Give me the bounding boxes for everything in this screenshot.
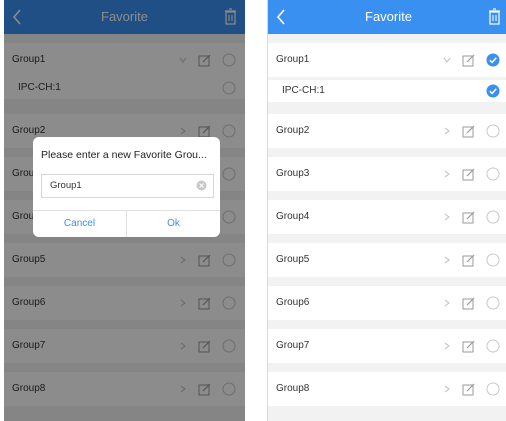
checkmark-selected-icon[interactable]	[486, 53, 500, 67]
favorite-screen-editing: Favorite Group1 IPC-CH:1 Group2 Grou Grou Gro…	[4, 0, 245, 421]
trash-icon[interactable]	[488, 8, 501, 26]
edit-icon[interactable]	[462, 125, 475, 138]
row-label: Group7	[276, 340, 310, 351]
edit-icon[interactable]	[462, 383, 475, 396]
group-name-input[interactable]: Group1	[41, 174, 214, 198]
chevron-down-icon[interactable]	[442, 55, 452, 65]
checkbox-unselected-icon[interactable]	[486, 210, 500, 224]
edit-icon[interactable]	[462, 254, 475, 267]
group-row[interactable]: Group4	[268, 200, 506, 234]
checkbox-unselected-icon[interactable]	[486, 167, 500, 181]
checkbox-unselected-icon[interactable]	[486, 339, 500, 353]
ok-button[interactable]: Ok	[127, 210, 220, 237]
edit-icon[interactable]	[462, 297, 475, 310]
row-label: Group1	[276, 54, 310, 65]
checkbox-unselected-icon[interactable]	[486, 382, 500, 396]
group-row[interactable]: Group6	[268, 286, 506, 320]
page-title: Favorite	[365, 9, 412, 24]
edit-icon[interactable]	[462, 54, 475, 67]
favorite-screen-selected: Favorite Group1 IPC-CH:1 Group2 Group3 Group…	[267, 0, 506, 421]
edit-icon[interactable]	[462, 211, 475, 224]
group-row[interactable]: Group7	[268, 329, 506, 363]
edit-icon[interactable]	[462, 340, 475, 353]
group-row[interactable]: Group8	[268, 372, 506, 406]
group-row[interactable]: Group1	[268, 43, 506, 77]
nav-bar: Favorite	[268, 0, 506, 34]
row-label: Group6	[276, 297, 310, 308]
clear-input-icon[interactable]	[196, 180, 207, 191]
checkbox-unselected-icon[interactable]	[486, 124, 500, 138]
chevron-right-icon[interactable]	[442, 341, 452, 351]
checkmark-selected-icon[interactable]	[486, 84, 500, 98]
row-label: Group8	[276, 383, 310, 394]
cancel-button[interactable]: Cancel	[33, 210, 126, 237]
row-label: Group2	[276, 125, 310, 136]
chevron-right-icon[interactable]	[442, 169, 452, 179]
channel-row[interactable]: IPC-CH:1	[268, 80, 506, 102]
chevron-right-icon[interactable]	[442, 384, 452, 394]
chevron-right-icon[interactable]	[442, 298, 452, 308]
row-label: Group4	[276, 211, 310, 222]
group-row[interactable]: Group3	[268, 157, 506, 191]
checkbox-unselected-icon[interactable]	[486, 296, 500, 310]
dialog-title: Please enter a new Favorite Grou...	[41, 149, 207, 161]
row-label: Group3	[276, 168, 310, 179]
group-row[interactable]: Group2	[268, 114, 506, 148]
chevron-right-icon[interactable]	[442, 126, 452, 136]
group-name-input-value: Group1	[50, 180, 82, 191]
row-label: IPC-CH:1	[282, 85, 325, 96]
group-row[interactable]: Group5	[268, 243, 506, 277]
edit-icon[interactable]	[462, 168, 475, 181]
rename-group-dialog: Please enter a new Favorite Grou... Grou…	[33, 137, 220, 237]
row-label: Group5	[276, 254, 310, 265]
chevron-right-icon[interactable]	[442, 212, 452, 222]
checkbox-unselected-icon[interactable]	[486, 253, 500, 267]
chevron-right-icon[interactable]	[442, 255, 452, 265]
